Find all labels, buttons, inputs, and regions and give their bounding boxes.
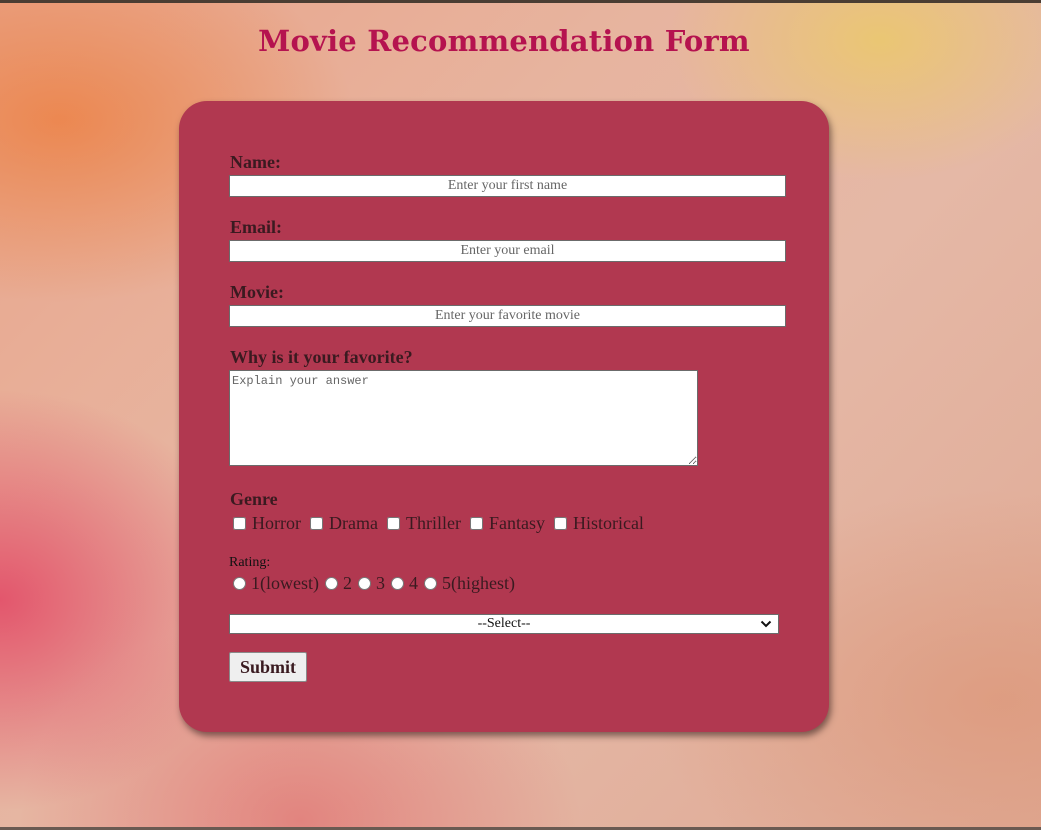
submit-button[interactable]: Submit xyxy=(229,652,307,682)
genre-option-label: Drama xyxy=(328,513,378,533)
genre-checkbox-drama[interactable] xyxy=(309,517,323,530)
reason-textarea[interactable] xyxy=(229,370,698,466)
rating-option-label: 5(highest) xyxy=(441,573,515,593)
rating-option-label: 3 xyxy=(375,573,385,593)
genre-checkbox-horror[interactable] xyxy=(233,517,246,530)
genre-option-fantasy[interactable]: Fantasy xyxy=(467,513,545,534)
name-input[interactable] xyxy=(229,175,786,197)
genre-options: Horror Drama Thriller Fantasy Historical xyxy=(230,513,650,534)
rating-option-1[interactable]: 1(lowest) xyxy=(230,573,319,594)
genre-checkbox-fantasy[interactable] xyxy=(469,517,483,530)
window-top-border xyxy=(0,0,1041,3)
recommendation-form: Name: Email: Movie: Why is it your favor… xyxy=(179,101,829,732)
genre-option-drama[interactable]: Drama xyxy=(307,513,378,534)
genre-option-horror[interactable]: Horror xyxy=(230,513,301,534)
rating-option-label: 2 xyxy=(342,573,352,593)
option-select[interactable]: --Select-- xyxy=(229,614,779,634)
rating-radio-5[interactable] xyxy=(423,577,437,590)
genre-option-label: Fantasy xyxy=(488,513,545,533)
name-label: Name: xyxy=(230,152,281,172)
rating-radio-1[interactable] xyxy=(233,577,246,590)
genre-option-label: Horror xyxy=(252,513,301,533)
genre-option-label: Historical xyxy=(572,513,644,533)
rating-option-5[interactable]: 5(highest) xyxy=(421,573,515,594)
rating-radio-3[interactable] xyxy=(357,577,371,590)
movie-label: Movie: xyxy=(230,282,284,302)
rating-option-label: 1(lowest) xyxy=(251,573,319,593)
rating-option-2[interactable]: 2 xyxy=(322,573,352,594)
genre-option-thriller[interactable]: Thriller xyxy=(384,513,461,534)
page-title: Movie Recommendation Form xyxy=(258,24,750,58)
select-value: --Select-- xyxy=(477,616,531,631)
genre-option-historical[interactable]: Historical xyxy=(551,513,644,534)
email-input[interactable] xyxy=(229,240,786,262)
reason-label: Why is it your favorite? xyxy=(230,347,413,367)
rating-option-4[interactable]: 4 xyxy=(388,573,418,594)
genre-option-label: Thriller xyxy=(405,513,461,533)
rating-radio-2[interactable] xyxy=(324,577,338,590)
rating-options: 1(lowest) 2 3 4 5(highest) xyxy=(230,573,518,594)
email-label: Email: xyxy=(230,217,282,237)
genre-label: Genre xyxy=(230,489,278,509)
genre-checkbox-thriller[interactable] xyxy=(386,517,400,530)
movie-input[interactable] xyxy=(229,305,786,327)
rating-option-3[interactable]: 3 xyxy=(355,573,385,594)
chevron-down-icon xyxy=(760,620,772,628)
genre-checkbox-historical[interactable] xyxy=(553,517,567,530)
rating-label: Rating: xyxy=(229,555,271,570)
rating-option-label: 4 xyxy=(408,573,418,593)
rating-radio-4[interactable] xyxy=(390,577,404,590)
